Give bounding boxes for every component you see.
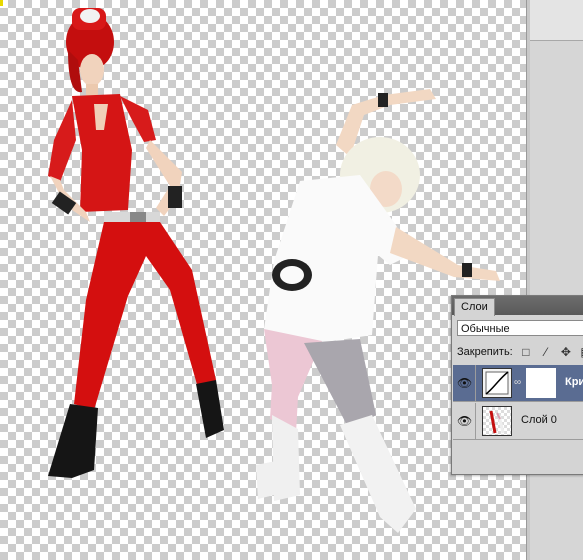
- layer-mask-thumbnail[interactable]: [526, 368, 556, 398]
- tab-layers[interactable]: Слои: [454, 298, 495, 316]
- figure-red-outfit: [48, 8, 224, 478]
- layer-row-curves[interactable]: 👁 ∞ Кри: [453, 365, 583, 402]
- layer-name[interactable]: Кри: [565, 375, 583, 389]
- document-canvas[interactable]: [0, 0, 526, 560]
- link-icon: ∞: [514, 377, 522, 388]
- scrollbar-thumb[interactable]: [530, 0, 583, 41]
- canvas-corner-marker: [0, 0, 3, 6]
- canvas-edge: [526, 0, 527, 560]
- layers-panel: Слои Обычные Закрепить: □ ⁄ ✥ ▩ 👁 ∞ Кри …: [451, 295, 583, 475]
- lock-row: Закрепить: □ ⁄ ✥ ▩: [457, 345, 583, 359]
- panel-tabbar: Слои: [452, 296, 583, 316]
- lock-brush-icon[interactable]: ⁄: [539, 345, 553, 359]
- lock-move-icon[interactable]: ✥: [559, 345, 573, 359]
- blend-mode-select[interactable]: Обычные: [457, 320, 583, 336]
- visibility-divider: [475, 365, 476, 401]
- visibility-divider: [475, 403, 476, 439]
- layer-thumbnail[interactable]: [482, 406, 512, 436]
- lock-transparent-icon[interactable]: □: [519, 345, 533, 359]
- lock-all-icon[interactable]: ▩: [579, 345, 583, 359]
- curves-adjustment-icon[interactable]: [482, 368, 512, 398]
- layer-name[interactable]: Слой 0: [521, 413, 557, 427]
- lock-label: Закрепить:: [457, 346, 513, 358]
- vertical-scrollbar[interactable]: [530, 0, 583, 560]
- eye-icon[interactable]: 👁: [457, 376, 472, 390]
- layer-row-layer0[interactable]: 👁 Слой 0: [453, 403, 583, 440]
- eye-icon[interactable]: 👁: [457, 414, 472, 428]
